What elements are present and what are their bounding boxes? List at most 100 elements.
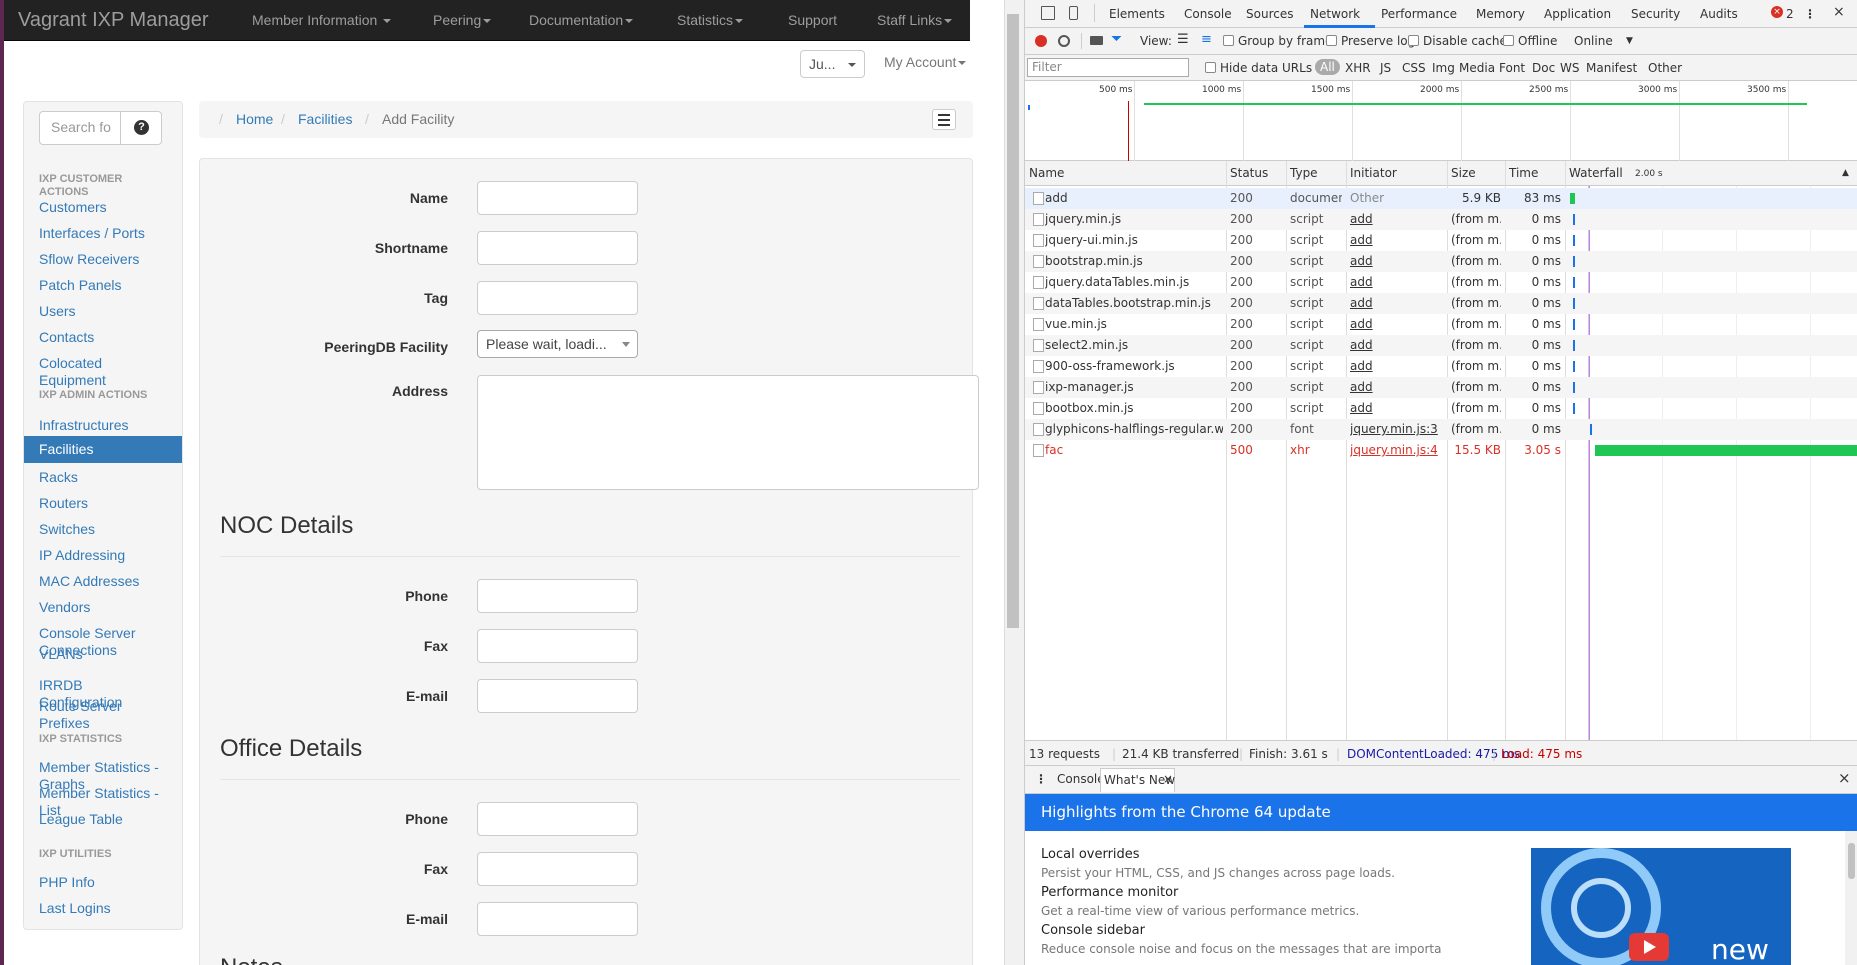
request-initiator[interactable]: jquery.min.js:3 [1350, 422, 1443, 436]
brand-logo[interactable]: Vagrant IXP Manager [18, 9, 209, 32]
request-row[interactable]: glyphicons-halflings-regular.woff2 200 fon… [1025, 419, 1857, 440]
sidebar-item-route-server-prefixes[interactable]: Route Server Prefixes [39, 698, 134, 732]
office-fax-input[interactable] [477, 852, 638, 886]
type-filter-other[interactable]: Other [1648, 61, 1682, 75]
sidebar-item-customers[interactable]: Customers [39, 199, 164, 216]
tab-application[interactable]: Application [1544, 7, 1611, 21]
error-icon[interactable]: × [1771, 6, 1783, 18]
network-overview-timeline[interactable]: 500 ms 1000 ms 1500 ms 2000 ms 2500 ms 3… [1025, 81, 1857, 161]
request-initiator[interactable]: add [1350, 380, 1443, 394]
col-name[interactable]: Name [1029, 166, 1064, 180]
request-initiator[interactable]: jquery.min.js:4 [1350, 443, 1443, 457]
throttling-select[interactable]: Online [1574, 34, 1613, 48]
sidebar-item-vlans[interactable]: VLANs [39, 646, 164, 663]
tab-security[interactable]: Security [1631, 7, 1680, 21]
type-filter-img[interactable]: Img [1432, 61, 1455, 75]
request-initiator[interactable]: add [1350, 317, 1443, 331]
type-filter-ws[interactable]: WS [1560, 61, 1579, 75]
nav-peering[interactable]: Peering [433, 12, 492, 28]
close-drawer-icon[interactable]: × [1838, 769, 1851, 787]
request-initiator[interactable]: add [1350, 212, 1443, 226]
group-by-frame-checkbox[interactable]: Group by frame [1223, 34, 1332, 48]
col-type[interactable]: Type [1290, 166, 1318, 180]
request-initiator[interactable]: add [1350, 401, 1443, 415]
sidebar-item-vendors[interactable]: Vendors [39, 599, 164, 616]
request-row[interactable]: vue.min.js 200 script add (from m... 0 ms [1025, 314, 1857, 335]
hide-data-urls-checkbox[interactable]: Hide data URLs [1205, 61, 1312, 75]
more-options-icon[interactable]: ⋮ [1804, 7, 1816, 21]
request-initiator[interactable]: add [1350, 296, 1443, 310]
nav-support[interactable]: Support [788, 12, 837, 28]
page-scrollbar-thumb[interactable] [1007, 14, 1019, 628]
my-account-menu[interactable]: My Account [884, 54, 967, 70]
noc-phone-input[interactable] [477, 579, 638, 613]
device-toolbar-icon[interactable] [1069, 6, 1078, 20]
play-button-icon[interactable] [1629, 933, 1669, 961]
sidebar-item-last-logins[interactable]: Last Logins [39, 900, 164, 917]
tab-console[interactable]: Console [1184, 7, 1232, 21]
name-input[interactable] [477, 181, 638, 215]
sidebar-item-facilities[interactable]: Facilities [24, 436, 182, 463]
nav-staff-links[interactable]: Staff Links [877, 12, 953, 28]
request-row[interactable]: dataTables.bootstrap.min.js 200 script add (… [1025, 293, 1857, 314]
type-filter-manifest[interactable]: Manifest [1586, 61, 1637, 75]
request-row[interactable]: bootbox.min.js 200 script add (from m... 0 ms [1025, 398, 1857, 419]
filter-input[interactable]: Filter [1027, 58, 1189, 77]
sidebar-item-routers[interactable]: Routers [39, 495, 164, 512]
customer-select[interactable]: Ju... [800, 50, 865, 78]
camera-icon[interactable] [1090, 36, 1103, 45]
tab-memory[interactable]: Memory [1476, 7, 1525, 21]
nav-statistics[interactable]: Statistics [677, 12, 744, 28]
sidebar-item-racks[interactable]: Racks [39, 469, 164, 486]
chrome-update-video-thumbnail[interactable]: new [1531, 848, 1791, 965]
whats-new-item-title[interactable]: Local overrides [1041, 847, 1140, 862]
waterfall-view-icon[interactable]: ≡ [1201, 32, 1212, 47]
sidebar-item-switches[interactable]: Switches [39, 521, 164, 538]
type-filter-font[interactable]: Font [1499, 61, 1525, 75]
type-filter-doc[interactable]: Doc [1532, 61, 1555, 75]
sidebar-item-mac-addresses[interactable]: MAC Addresses [39, 573, 164, 590]
inspect-element-icon[interactable] [1041, 6, 1055, 20]
col-status[interactable]: Status [1230, 166, 1268, 180]
nav-documentation[interactable]: Documentation [529, 12, 634, 28]
type-filter-media[interactable]: Media [1459, 61, 1495, 75]
help-button[interactable]: ? [120, 111, 162, 145]
sidebar-item-interfaces[interactable]: Interfaces / Ports [39, 225, 164, 242]
request-initiator[interactable]: add [1350, 254, 1443, 268]
breadcrumb-facilities[interactable]: Facilities [298, 111, 352, 127]
sidebar-item-php-info[interactable]: PHP Info [39, 874, 164, 891]
noc-fax-input[interactable] [477, 629, 638, 663]
nav-member-information[interactable]: Member Information [252, 12, 392, 28]
tag-input[interactable] [477, 281, 638, 315]
request-initiator[interactable]: add [1350, 275, 1443, 289]
type-filter-xhr[interactable]: XHR [1345, 61, 1371, 75]
type-filter-js[interactable]: JS [1380, 61, 1391, 75]
request-row[interactable]: jquery.min.js 200 script add (from m... 0 ms [1025, 209, 1857, 230]
col-time[interactable]: Time [1509, 166, 1538, 180]
tab-network[interactable]: Network [1310, 7, 1360, 21]
request-row[interactable]: add 200 document Other 5.9 KB 83 ms [1025, 188, 1857, 209]
drawer-tab-console[interactable]: Console [1057, 772, 1105, 786]
shortname-input[interactable] [477, 231, 638, 265]
noc-email-input[interactable] [477, 679, 638, 713]
large-rows-icon[interactable]: ☰ [1177, 32, 1189, 47]
type-filter-all[interactable]: All [1315, 59, 1340, 75]
filter-icon[interactable]: ⏷ [1111, 31, 1122, 47]
list-view-button[interactable] [932, 109, 956, 130]
whats-new-item-title[interactable]: Console sidebar [1041, 923, 1145, 938]
sidebar-item-infrastructures[interactable]: Infrastructures [39, 417, 164, 434]
sidebar-item-users[interactable]: Users [39, 303, 164, 320]
close-icon[interactable]: × [1163, 772, 1173, 786]
col-waterfall[interactable]: Waterfall [1569, 166, 1623, 180]
request-row[interactable]: 900-oss-framework.js 200 script add (from m.… [1025, 356, 1857, 377]
chevron-down-icon[interactable]: ▼ [1626, 36, 1633, 46]
offline-checkbox[interactable]: Offline [1503, 34, 1557, 48]
office-phone-input[interactable] [477, 802, 638, 836]
record-icon[interactable] [1035, 35, 1047, 47]
request-initiator[interactable]: add [1350, 359, 1443, 373]
search-input[interactable]: Search fo [39, 111, 121, 145]
sidebar-item-contacts[interactable]: Contacts [39, 329, 164, 346]
tab-sources[interactable]: Sources [1246, 7, 1293, 21]
tab-performance[interactable]: Performance [1381, 7, 1457, 21]
col-size[interactable]: Size [1451, 166, 1476, 180]
